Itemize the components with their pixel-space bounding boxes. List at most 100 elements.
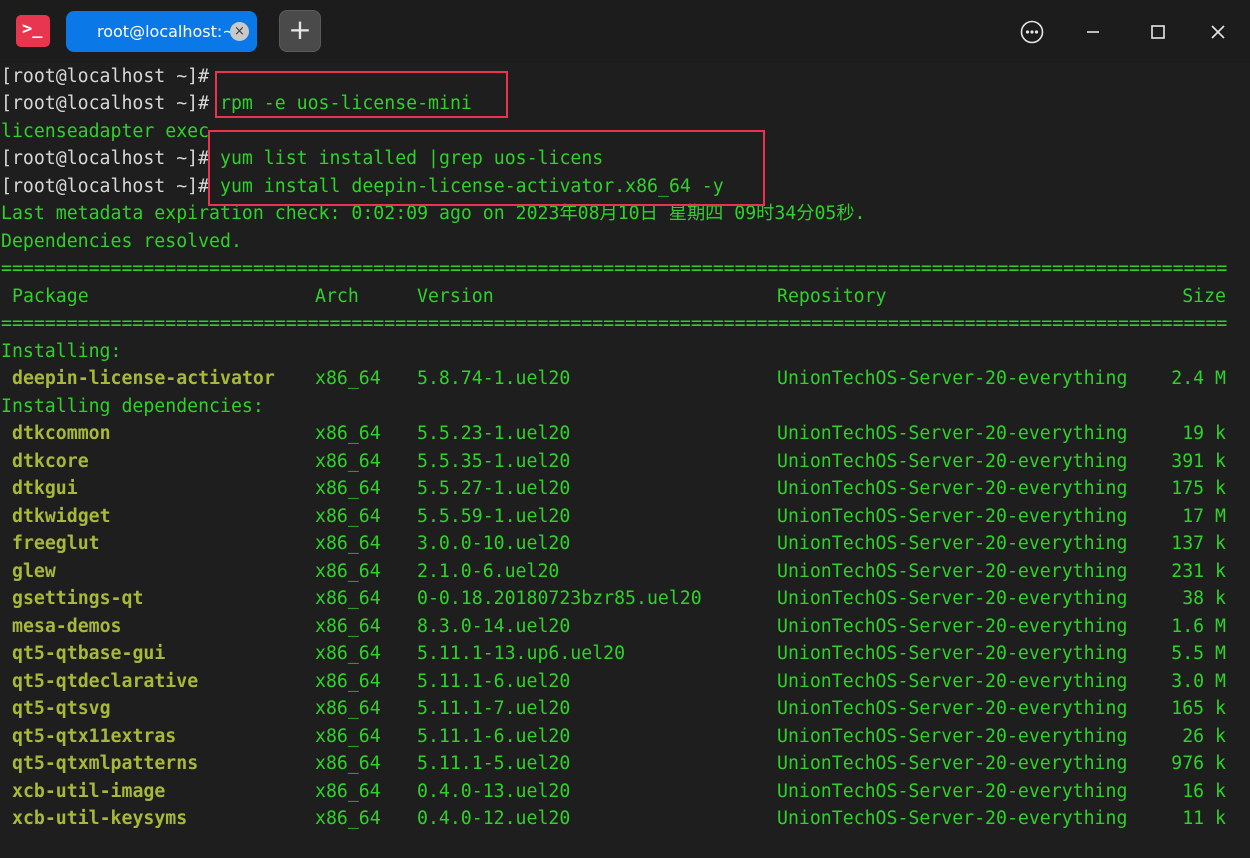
package-row: qt5-qtbase-gui x86_64 5.11.1-13.up6.uel20 U… (1, 643, 1241, 665)
package-repository: UnionTechOS-Server-20-everything (777, 505, 1128, 527)
package-version: 0.4.0-13.uel20 (417, 780, 571, 802)
package-repository: UnionTechOS-Server-20-everything (777, 643, 1128, 664)
package-name: dtkcore (12, 450, 89, 472)
header-arch: Arch (315, 286, 359, 307)
package-name: dtkgui (12, 478, 78, 499)
package-arch: x86_64 (315, 560, 381, 582)
package-repository: UnionTechOS-Server-20-everything (777, 753, 1128, 774)
package-version: 5.5.23-1.uel20 (417, 423, 571, 444)
shell-command: yum list installed |grep uos-licens (209, 148, 604, 169)
package-row: deepin-license-activator x86_64 5.8.74-1.u… (1, 368, 1241, 390)
package-repository: UnionTechOS-Server-20-everything (777, 670, 1128, 692)
package-version: 5.5.59-1.uel20 (417, 505, 571, 527)
package-size: 165 k (1171, 698, 1226, 719)
package-repository: UnionTechOS-Server-20-everything (777, 588, 1128, 609)
package-size: 38 k (1182, 588, 1226, 609)
package-name: xcb-util-keysyms (12, 808, 188, 829)
separator-line: ========================================… (1, 313, 1228, 334)
package-arch: x86_64 (315, 670, 381, 692)
package-row: mesa-demos x86_64 8.3.0-14.uel20 UnionTechO… (1, 616, 1241, 638)
package-version: 5.11.1-5.uel20 (417, 753, 571, 774)
tab-terminal-session[interactable]: root@localhost:~ × (66, 11, 257, 52)
header-size: Size (1182, 286, 1226, 307)
terminal-line: [root@localhost ~]# (1, 66, 209, 88)
header-version: Version (417, 286, 494, 307)
shell-prompt: [root@localhost ~]# (1, 148, 210, 169)
title-bar: >_ root@localhost:~ × + (0, 0, 1250, 63)
minimize-icon[interactable] (1080, 19, 1106, 45)
package-arch: x86_64 (315, 478, 381, 499)
package-repository: UnionTechOS-Server-20-everything (777, 450, 1128, 472)
shell-prompt: [root@localhost ~]# (1, 176, 210, 197)
package-version: 8.3.0-14.uel20 (417, 615, 571, 637)
shell-command: yum install deepin-license-activator.x86… (209, 176, 724, 197)
more-menu-icon[interactable] (1019, 19, 1045, 45)
header-repository: Repository (777, 286, 887, 307)
package-size: 2.4 M (1171, 368, 1226, 389)
package-repository: UnionTechOS-Server-20-everything (777, 725, 1128, 747)
package-size: 16 k (1182, 780, 1226, 802)
package-name: mesa-demos (12, 615, 122, 637)
terminal-line: [root@localhost ~]# rpm -e uos-license-m… (1, 93, 472, 115)
package-size: 17 M (1182, 505, 1226, 527)
package-arch: x86_64 (315, 368, 381, 389)
shell-command: rpm -e uos-license-mini (209, 93, 472, 114)
package-arch: x86_64 (315, 780, 381, 802)
package-repository: UnionTechOS-Server-20-everything (777, 368, 1128, 389)
new-tab-button[interactable]: + (279, 10, 321, 52)
package-arch: x86_64 (315, 615, 381, 637)
package-row: qt5-qtsvg x86_64 5.11.1-7.uel20 UnionTechOS… (1, 698, 1241, 720)
package-row: qt5-qtdeclarative x86_64 5.11.1-6.uel20 Uni… (1, 671, 1241, 693)
package-name: qt5-qtdeclarative (12, 670, 199, 692)
package-size: 391 k (1171, 450, 1226, 472)
separator-line: ========================================… (1, 258, 1228, 279)
package-arch: x86_64 (315, 643, 381, 664)
section-installing: Installing: (1, 341, 122, 362)
package-name: qt5-qtxmlpatterns (12, 753, 199, 774)
package-version: 3.0.0-10.uel20 (417, 533, 571, 554)
package-version: 5.5.27-1.uel20 (417, 478, 571, 499)
terminal-app-icon[interactable]: >_ (16, 15, 50, 47)
maximize-icon[interactable] (1145, 19, 1171, 45)
package-name: qt5-qtsvg (12, 698, 111, 719)
package-name: dtkcommon (12, 423, 111, 444)
package-version: 0.4.0-12.uel20 (417, 808, 571, 829)
package-name: deepin-license-activator (12, 368, 275, 389)
tab-close-icon[interactable]: × (230, 22, 249, 41)
metadata-check-line: Last metadata expiration check: 0:02:09 … (1, 203, 866, 224)
package-arch: x86_64 (315, 423, 381, 444)
package-version: 5.11.1-6.uel20 (417, 670, 571, 692)
package-row: gsettings-qt x86_64 0-0.18.20180723bzr85.u… (1, 588, 1241, 610)
package-size: 3.0 M (1171, 670, 1226, 692)
package-version: 0-0.18.20180723bzr85.uel20 (417, 588, 702, 609)
package-row: xcb-util-keysyms x86_64 0.4.0-12.uel20 Unio… (1, 808, 1241, 830)
terminal-output[interactable]: [root@localhost ~]# [root@localhost ~]# … (0, 63, 1250, 858)
package-repository: UnionTechOS-Server-20-everything (777, 560, 1128, 582)
package-version: 2.1.0-6.uel20 (417, 560, 560, 582)
terminal-line: licenseadapter exec (1, 121, 210, 142)
package-name: dtkwidget (12, 505, 111, 527)
section-installing-dependencies: Installing dependencies: (1, 396, 264, 417)
close-icon[interactable] (1205, 19, 1231, 45)
package-name: gsettings-qt (12, 588, 144, 609)
package-row: glew x86_64 2.1.0-6.uel20 UnionTechOS-Serve… (1, 561, 1241, 583)
package-size: 5.5 M (1171, 643, 1226, 664)
app-icon-glyph: >_ (22, 19, 43, 39)
package-repository: UnionTechOS-Server-20-everything (777, 780, 1128, 802)
package-size: 26 k (1182, 725, 1226, 747)
package-repository: UnionTechOS-Server-20-everything (777, 478, 1128, 499)
package-size: 1.6 M (1171, 615, 1226, 637)
package-arch: x86_64 (315, 698, 381, 719)
package-row: dtkcore x86_64 5.5.35-1.uel20 UnionTechOS-S… (1, 451, 1241, 473)
package-repository: UnionTechOS-Server-20-everything (777, 615, 1128, 637)
package-arch: x86_64 (315, 533, 381, 554)
package-name: xcb-util-image (12, 780, 166, 802)
package-repository: UnionTechOS-Server-20-everything (777, 698, 1128, 719)
package-size: 137 k (1171, 533, 1226, 554)
package-arch: x86_64 (315, 450, 381, 472)
package-row: qt5-qtxmlpatterns x86_64 5.11.1-5.uel20 Uni… (1, 753, 1241, 775)
shell-prompt: [root@localhost ~]# (1, 93, 210, 114)
terminal-line: [root@localhost ~]# yum install deepin-l… (1, 176, 724, 198)
package-size: 19 k (1182, 423, 1226, 444)
package-version: 5.11.1-13.up6.uel20 (417, 643, 626, 664)
